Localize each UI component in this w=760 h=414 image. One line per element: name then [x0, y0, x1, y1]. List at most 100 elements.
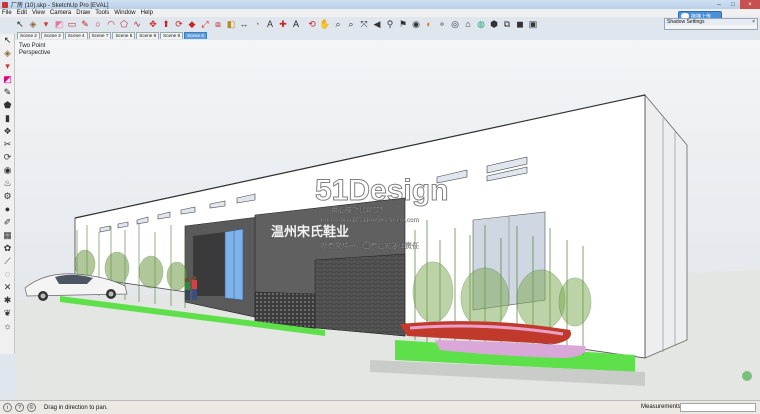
scale-icon[interactable]: ⤢: [199, 18, 211, 30]
menu-help[interactable]: Help: [141, 10, 153, 16]
brush-tool-icon[interactable]: ✐: [1, 216, 14, 229]
spiral-tool-icon[interactable]: ◌: [1, 268, 14, 281]
move-icon[interactable]: ✥: [147, 18, 159, 30]
push-pull-icon[interactable]: ⬆: [160, 18, 172, 30]
eye-icon[interactable]: ◎: [449, 18, 461, 30]
menu-edit[interactable]: Edit: [17, 10, 27, 16]
minimize-button[interactable]: –: [712, 0, 726, 9]
component-tool-icon[interactable]: ◈: [1, 47, 14, 60]
extension-icon[interactable]: ⧉: [501, 18, 513, 30]
building-sign: 温州宋氏鞋业: [271, 224, 349, 239]
polygon-icon[interactable]: ⬠: [118, 18, 130, 30]
axes-icon[interactable]: ✚: [277, 18, 289, 30]
make-component-icon[interactable]: ◈: [27, 18, 39, 30]
footprints-icon[interactable]: ⚬: [436, 18, 448, 30]
scene-tab[interactable]: Scene 9: [160, 32, 184, 39]
target-tool-icon[interactable]: ◉: [1, 164, 14, 177]
look-around-icon[interactable]: ◉: [410, 18, 422, 30]
zoom-extents-icon[interactable]: ⤧: [358, 18, 370, 30]
scene-tab[interactable]: Scene 7: [88, 32, 112, 39]
orbit-icon[interactable]: ⟲: [306, 18, 318, 30]
menu-camera[interactable]: Camera: [50, 10, 71, 16]
eraser-icon[interactable]: ◩: [53, 18, 65, 30]
scene-tab[interactable]: Scene 4: [64, 32, 88, 39]
follow-me-icon[interactable]: ◆: [186, 18, 198, 30]
info-icon[interactable]: i: [3, 403, 12, 412]
zoom-icon[interactable]: ⌕: [332, 18, 344, 30]
scene-tab[interactable]: Scene 8: [136, 32, 160, 39]
shield-tool-icon[interactable]: ⬟: [1, 99, 14, 112]
paint-bucket-icon[interactable]: ▾: [40, 18, 52, 30]
home-icon[interactable]: ⌂: [462, 18, 474, 30]
warehouse-icon[interactable]: ⬢: [488, 18, 500, 30]
scene-tab[interactable]: Scene 8: [112, 32, 136, 39]
google-earth-icon[interactable]: ◍: [475, 18, 487, 30]
box-tool-icon[interactable]: ▮: [1, 112, 14, 125]
scene-tab[interactable]: Scene 3: [40, 32, 64, 39]
pencil-tool-icon[interactable]: ✎: [1, 86, 14, 99]
gear-tool-icon[interactable]: ⚙: [1, 190, 14, 203]
layout-icon[interactable]: ▣: [527, 18, 539, 30]
walk-icon[interactable]: ⚑: [397, 18, 409, 30]
help-icon[interactable]: ?: [15, 403, 24, 412]
cross-tool-icon[interactable]: ✕: [1, 281, 14, 294]
circle-icon[interactable]: ○: [92, 18, 104, 30]
menu-window[interactable]: Window: [114, 10, 135, 16]
position-camera-icon[interactable]: ⚲: [384, 18, 396, 30]
fire-tool-icon[interactable]: ♨: [1, 177, 14, 190]
zoom-window-icon[interactable]: ⌕: [345, 18, 357, 30]
puzzle-tool-icon[interactable]: ❖: [1, 125, 14, 138]
svg-text:http://shop127114690.taobao.co: http://shop127114690.taobao.com: [321, 217, 419, 224]
line-icon[interactable]: ✎: [79, 18, 91, 30]
app-icon: [2, 1, 8, 8]
protractor-icon[interactable]: ◔: [251, 18, 263, 30]
menu-view[interactable]: View: [32, 10, 45, 16]
freehand-icon[interactable]: ∿: [131, 18, 143, 30]
panel-close-icon[interactable]: ×: [752, 19, 755, 25]
credits-icon[interactable]: ©: [27, 403, 36, 412]
menu-bar: File Edit View Camera Draw Tools Window …: [0, 9, 760, 17]
status-message: Drag in direction to pan.: [44, 404, 108, 411]
leaf-tool-icon[interactable]: ❦: [1, 307, 14, 320]
offset-icon[interactable]: ⧈: [212, 18, 224, 30]
share-model-icon[interactable]: ◼: [514, 18, 526, 30]
measurements-input[interactable]: [680, 403, 756, 412]
eraser-tool-icon[interactable]: ◩: [1, 73, 14, 86]
menu-tools[interactable]: Tools: [95, 10, 109, 16]
bomb-tool-icon[interactable]: ●: [1, 203, 14, 216]
flower-tool-icon[interactable]: ✿: [1, 242, 14, 255]
paint-tool-icon[interactable]: ▾: [1, 60, 14, 73]
building-end-wall: [644, 93, 688, 359]
rectangle-icon[interactable]: ▭: [66, 18, 78, 30]
grid-tool-icon[interactable]: ▦: [1, 229, 14, 242]
window-title: 厂房 (10).skp - SketchUp Pro [EVAL]: [11, 3, 109, 9]
shadow-settings-panel: Shadow Settings ×: [664, 18, 758, 30]
select-tool-icon[interactable]: ↖: [1, 34, 14, 47]
menu-draw[interactable]: Draw: [76, 10, 90, 16]
sun-tool-icon[interactable]: ☼: [1, 320, 14, 333]
section-plane-icon[interactable]: ◐: [423, 18, 435, 30]
arc-icon[interactable]: ◠: [105, 18, 117, 30]
model-scene: 温州宋氏鞋业 51Design 用心成就建筑梦！ http://shop1271…: [15, 93, 760, 400]
menu-file[interactable]: File: [2, 10, 12, 16]
knife-tool-icon[interactable]: ⟋: [1, 255, 14, 268]
scissors-tool-icon[interactable]: ✂: [1, 138, 14, 151]
maximize-button[interactable]: □: [726, 0, 740, 9]
tape-measure-icon[interactable]: ◧: [225, 18, 237, 30]
main-toolbar: ↖ ◈ ▾ ◩ ▭ ✎ ○ ◠ ⬠ ∿ ✥ ⬆ ⟳ ◆ ⤢ ⧈ ◧ ↔ ◔ A ✚ A ⟲ ✋ ⌕ ⌕ ⤧ ◀ ⚲ ⚑ ◉ ◐ ⚬ ◎ ⌂ ◍ ⬢ ⧉ ◼ ▣: [14, 17, 540, 31]
3d-text-icon[interactable]: A: [290, 18, 302, 30]
camera-info: Two Point Perspective: [19, 43, 50, 57]
scene-tab[interactable]: Scene 2: [17, 32, 40, 39]
rotate-tool-icon[interactable]: ⟳: [1, 151, 14, 164]
pan-icon[interactable]: ✋: [319, 18, 331, 30]
star-tool-icon[interactable]: ✱: [1, 294, 14, 307]
rotate-icon[interactable]: ⟳: [173, 18, 185, 30]
dimension-icon[interactable]: ↔: [238, 18, 250, 30]
svg-text:用心成就建筑梦！: 用心成就建筑梦！: [331, 205, 387, 214]
previous-view-icon[interactable]: ◀: [371, 18, 383, 30]
select-icon[interactable]: ↖: [14, 18, 26, 30]
scene-tab[interactable]: Scene 6: [184, 32, 207, 39]
text-icon[interactable]: A: [264, 18, 276, 30]
model-viewport[interactable]: 温州宋氏鞋业 51Design 用心成就建筑梦！ http://shop1271…: [15, 40, 760, 400]
close-button[interactable]: ×: [740, 0, 760, 9]
